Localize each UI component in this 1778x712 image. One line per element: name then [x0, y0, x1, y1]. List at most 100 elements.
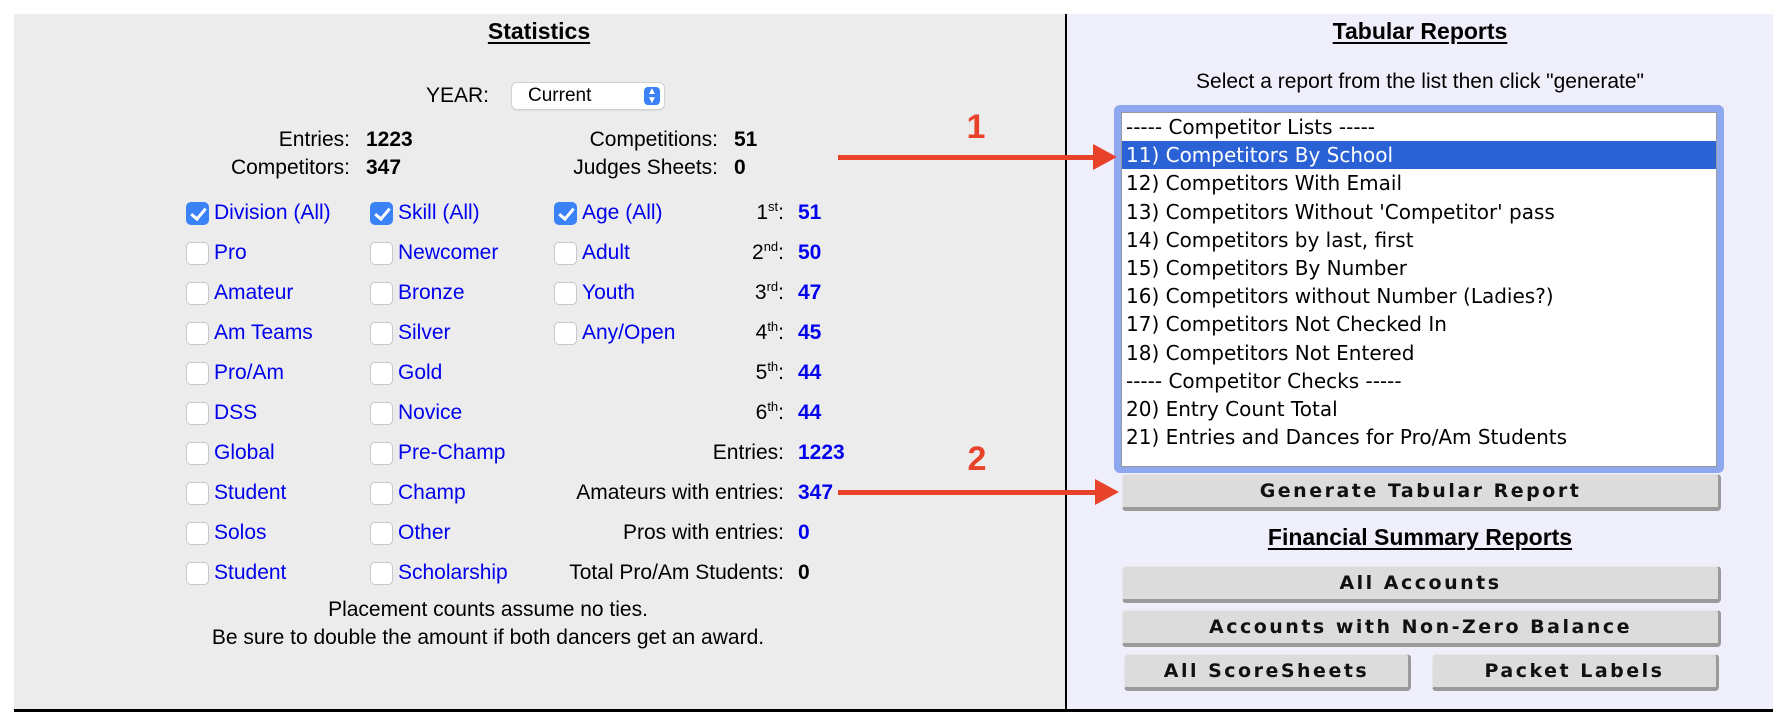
checkbox-label[interactable]: Amateur [214, 281, 293, 305]
list-group-header[interactable]: ----- Competitor Checks ----- [1122, 367, 1716, 395]
checkbox[interactable] [186, 442, 209, 465]
all-accounts-button[interactable]: All Accounts [1122, 566, 1721, 603]
colon: : [778, 321, 784, 344]
annotation-marker-2: 2 [967, 440, 987, 478]
checkbox-label[interactable]: Other [398, 521, 451, 545]
judges-sheets-label: Judges Sheets: [573, 156, 718, 179]
report-option[interactable]: 21) Entries and Dances for Pro/Am Studen… [1122, 423, 1716, 451]
competitors-value: 347 [366, 156, 402, 179]
total-value-link[interactable]: 1223 [798, 441, 845, 465]
report-option[interactable]: 11) Competitors By School [1122, 141, 1716, 170]
placement-note: Placement counts assume no ties. [328, 598, 648, 621]
checkbox-label[interactable]: Solos [214, 521, 267, 545]
annotation-marker-1: 1 [966, 108, 986, 146]
placement-count-link[interactable]: 47 [798, 281, 821, 305]
report-option[interactable]: 17) Competitors Not Checked In [1122, 310, 1716, 338]
total-value-link[interactable]: 0 [798, 521, 810, 545]
checkbox-label[interactable]: Any/Open [582, 321, 675, 345]
total-label: Amateurs with entries: [576, 481, 784, 504]
checkbox-label[interactable]: Global [214, 441, 275, 465]
placement-count-link[interactable]: 51 [798, 201, 821, 225]
checkbox[interactable] [370, 282, 393, 305]
checkbox[interactable] [186, 282, 209, 305]
list-group-header[interactable]: ----- Competitor Lists ----- [1122, 113, 1716, 141]
checkbox[interactable] [370, 202, 393, 225]
checkbox-label[interactable]: Student [214, 481, 286, 505]
checkbox-label[interactable]: Student [214, 561, 286, 585]
checkbox[interactable] [370, 562, 393, 585]
competitions-label: Competitions: [589, 128, 718, 151]
checkbox[interactable] [186, 562, 209, 585]
checkbox[interactable] [186, 322, 209, 345]
report-option[interactable]: 16) Competitors without Number (Ladies?) [1122, 282, 1716, 310]
judges-sheets-value: 0 [734, 156, 746, 179]
checkbox[interactable] [186, 362, 209, 385]
packet-labels-button[interactable]: Packet Labels [1432, 654, 1719, 691]
financial-summary-title: Financial Summary Reports [1267, 524, 1573, 550]
year-select-value: Current [528, 85, 592, 106]
placement-count-link[interactable]: 44 [798, 361, 821, 385]
placement-number: 3 [754, 281, 767, 304]
checkbox[interactable] [554, 282, 577, 305]
checkbox[interactable] [370, 242, 393, 265]
report-option[interactable]: 12) Competitors With Email [1122, 169, 1716, 197]
report-option[interactable]: 15) Competitors By Number [1122, 254, 1716, 282]
checkbox-label[interactable]: Pro [214, 241, 247, 265]
checkbox[interactable] [370, 322, 393, 345]
statistics-title: Statistics [487, 18, 591, 44]
placement-number: 1 [756, 201, 769, 224]
competitions-value: 51 [734, 128, 758, 151]
non-zero-balance-button[interactable]: Accounts with Non-Zero Balance [1122, 610, 1721, 647]
total-value-link[interactable]: 347 [798, 481, 833, 505]
checkbox-label[interactable]: Silver [398, 321, 451, 345]
checkbox-label[interactable]: Champ [398, 481, 466, 505]
checkbox[interactable] [554, 202, 577, 225]
checkbox[interactable] [186, 202, 209, 225]
checkbox[interactable] [370, 442, 393, 465]
checkbox-label[interactable]: Gold [398, 361, 442, 385]
checkbox-label[interactable]: Skill (All) [398, 201, 480, 225]
checkbox[interactable] [186, 482, 209, 505]
checkbox-label[interactable]: Division (All) [214, 201, 331, 225]
checkbox[interactable] [186, 522, 209, 545]
checkbox[interactable] [554, 322, 577, 345]
placement-label: 4th: [700, 320, 784, 345]
checkbox-label[interactable]: Age (All) [582, 201, 663, 225]
year-select[interactable]: Current ▲ ▼ [512, 83, 664, 109]
placement-number: 4 [755, 321, 768, 344]
report-option[interactable]: 14) Competitors by last, first [1122, 226, 1716, 254]
checkbox[interactable] [554, 242, 577, 265]
report-option[interactable]: 20) Entry Count Total [1122, 395, 1716, 423]
generate-tabular-report-button[interactable]: Generate Tabular Report [1122, 474, 1721, 511]
year-label: YEAR: [426, 84, 490, 107]
placement-count-link[interactable]: 45 [798, 321, 821, 345]
checkbox[interactable] [370, 482, 393, 505]
checkbox-label[interactable]: DSS [214, 401, 257, 425]
report-listbox[interactable]: ----- Competitor Lists ----- 11) Competit… [1121, 112, 1717, 467]
report-option[interactable]: 13) Competitors Without 'Competitor' pas… [1122, 198, 1716, 226]
all-scoresheets-button[interactable]: All ScoreSheets [1124, 654, 1411, 691]
checkbox-label[interactable]: Novice [398, 401, 462, 425]
total-value: 0 [798, 561, 810, 584]
report-option[interactable]: 18) Competitors Not Entered [1122, 339, 1716, 367]
tabular-instruction: Select a report from the list then click… [1196, 70, 1644, 93]
checkbox[interactable] [186, 242, 209, 265]
checkbox-label[interactable]: Pro/Am [214, 361, 284, 385]
placement-count-link[interactable]: 44 [798, 401, 821, 425]
entries-label: Entries: [278, 128, 350, 151]
checkbox[interactable] [370, 522, 393, 545]
placement-label: 1st: [700, 200, 784, 225]
checkbox-label[interactable]: Newcomer [398, 241, 498, 265]
placement-number: 2 [752, 241, 764, 264]
placement-count-link[interactable]: 50 [798, 241, 821, 265]
checkbox-label[interactable]: Adult [582, 241, 630, 265]
checkbox-label[interactable]: Bronze [398, 281, 465, 305]
checkbox-label[interactable]: Youth [582, 281, 635, 305]
checkbox-label[interactable]: Am Teams [214, 321, 313, 345]
entries-value: 1223 [366, 128, 413, 151]
annotation-arrow-2 [838, 490, 1095, 495]
checkbox[interactable] [370, 362, 393, 385]
checkbox[interactable] [370, 402, 393, 425]
checkbox[interactable] [186, 402, 209, 425]
total-label: Pros with entries: [622, 521, 784, 544]
